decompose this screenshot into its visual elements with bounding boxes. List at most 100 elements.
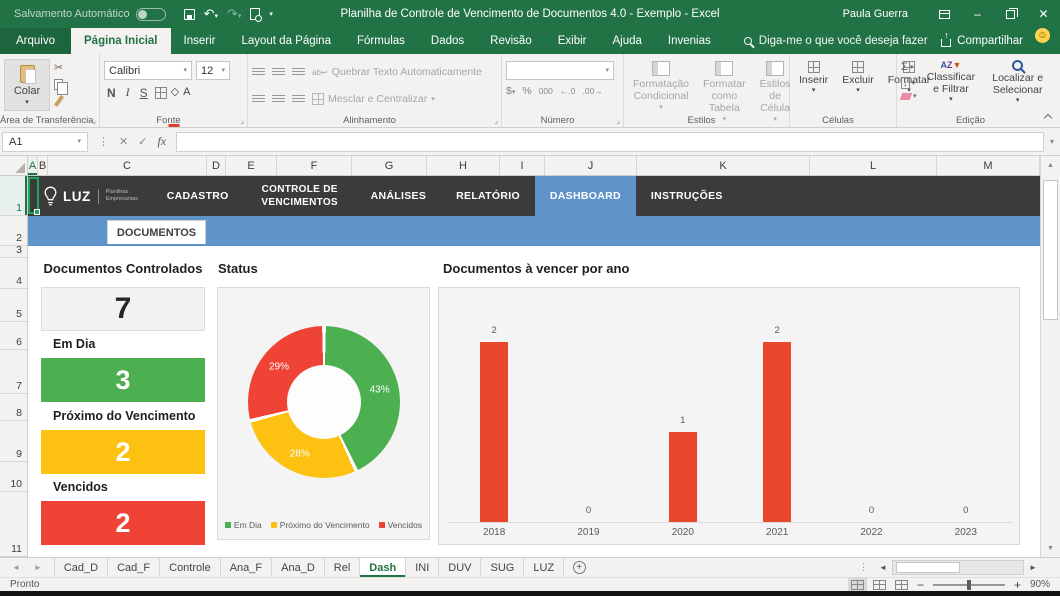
scroll-up-icon[interactable]: ▲ bbox=[1041, 156, 1060, 174]
conditional-formatting-button[interactable]: Formatação Condicional ▾ bbox=[628, 59, 694, 111]
sheet-tab-dash[interactable]: Dash bbox=[360, 558, 406, 577]
borders-button[interactable] bbox=[155, 87, 167, 99]
copy-button[interactable] bbox=[54, 79, 63, 90]
increase-decimal-button[interactable]: ←.0 bbox=[560, 86, 576, 96]
page-break-view-icon[interactable] bbox=[895, 580, 908, 590]
sheet-tab-ana-f[interactable]: Ana_F bbox=[221, 558, 272, 577]
number-format-select[interactable]: ▾ bbox=[506, 61, 614, 80]
alignment-dialog-launcher[interactable]: ⌟ bbox=[494, 116, 498, 125]
subnav-tab-documentos[interactable]: DOCUMENTOS bbox=[107, 220, 206, 244]
ribbon-tab-formulas[interactable]: Fórmulas bbox=[344, 28, 418, 54]
nav-item-controle-de-vencimentos[interactable]: CONTROLE DE VENCIMENTOS bbox=[244, 176, 356, 216]
clipboard-dialog-launcher[interactable]: ⌟ bbox=[92, 116, 96, 125]
normal-view-icon[interactable] bbox=[851, 580, 864, 590]
autosum-button[interactable]: Σ▾ bbox=[901, 61, 917, 73]
accounting-format-button[interactable]: $▾ bbox=[506, 85, 515, 97]
zoom-level[interactable]: 90% bbox=[1030, 579, 1050, 590]
row-header-8[interactable]: 8 bbox=[0, 394, 27, 421]
minimize-button[interactable]: – bbox=[961, 0, 994, 28]
ribbon-tab-inserir[interactable]: Inserir bbox=[171, 28, 229, 54]
decrease-decimal-button[interactable]: .00→ bbox=[582, 86, 602, 96]
orientation-icon[interactable] bbox=[292, 68, 305, 77]
sheet-tab-cad-f[interactable]: Cad_F bbox=[108, 558, 160, 577]
horizontal-scrollbar-thumb[interactable] bbox=[896, 562, 960, 573]
formula-input[interactable] bbox=[176, 132, 1044, 152]
column-header-k[interactable]: K bbox=[637, 156, 810, 175]
row-header-7[interactable]: 7 bbox=[0, 350, 27, 394]
sort-filter-button[interactable]: AZ▼ Classificar e Filtrar ▾ bbox=[921, 59, 982, 103]
nav-item-dashboard[interactable]: DASHBOARD bbox=[535, 176, 636, 216]
sheet-tab-ini[interactable]: INI bbox=[406, 558, 439, 577]
ribbon-display-options-button[interactable] bbox=[928, 0, 961, 28]
sheet-tab-duv[interactable]: DUV bbox=[439, 558, 481, 577]
tellme-search[interactable]: Diga-me o que você deseja fazer bbox=[744, 28, 928, 54]
nav-item-cadastro[interactable]: CADASTRO bbox=[152, 176, 244, 216]
font-color-button[interactable]: A bbox=[183, 87, 190, 98]
row-header-6[interactable]: 6 bbox=[0, 322, 27, 350]
undo-button[interactable]: ↶▾ bbox=[204, 6, 218, 22]
column-header-b[interactable]: B bbox=[38, 156, 48, 175]
column-header-a[interactable]: A bbox=[28, 156, 38, 175]
sheet-nav-left-icon[interactable]: ◄ bbox=[12, 563, 20, 572]
clear-button[interactable]: ▾ bbox=[901, 93, 917, 100]
vertical-scrollbar-thumb[interactable] bbox=[1043, 180, 1058, 320]
add-sheet-button[interactable]: + bbox=[564, 558, 594, 577]
cut-button[interactable]: ✂ bbox=[54, 61, 63, 74]
ribbon-tab-pagina-inicial[interactable]: Página Inicial bbox=[71, 28, 171, 54]
insert-cells-button[interactable]: Inserir ▾ bbox=[794, 59, 833, 94]
zoom-in-button[interactable]: + bbox=[1014, 579, 1021, 591]
row-header-2[interactable]: 2 bbox=[0, 216, 27, 246]
delete-cells-button[interactable]: Excluir ▾ bbox=[837, 59, 879, 94]
close-button[interactable]: ✕ bbox=[1027, 0, 1060, 28]
scrollbar-resize-dots-icon[interactable]: ⋮ bbox=[859, 562, 868, 573]
name-box[interactable]: A1 ▾ bbox=[2, 132, 88, 152]
find-select-button[interactable]: Localizar e Selecionar ▾ bbox=[985, 59, 1050, 104]
ribbon-tab-revisao[interactable]: Revisão bbox=[477, 28, 545, 54]
align-middle-icon[interactable] bbox=[272, 68, 285, 77]
print-preview-icon[interactable] bbox=[250, 8, 260, 20]
number-dialog-launcher[interactable]: ⌟ bbox=[616, 116, 620, 125]
sheet-tab-cad-d[interactable]: Cad_D bbox=[54, 558, 108, 577]
column-header-d[interactable]: D bbox=[207, 156, 226, 175]
formula-cancel-button[interactable]: ✕ bbox=[119, 135, 128, 148]
ribbon-tab-exibir[interactable]: Exibir bbox=[545, 28, 600, 54]
share-button[interactable]: Compartilhar bbox=[931, 28, 1033, 54]
row-header-9[interactable]: 9 bbox=[0, 421, 27, 462]
ribbon-tab-layout-da-pagina[interactable]: Layout da Página bbox=[228, 28, 344, 54]
italic-button[interactable]: I bbox=[123, 85, 133, 100]
align-top-icon[interactable] bbox=[252, 68, 265, 77]
font-size-select[interactable]: 12▾ bbox=[196, 61, 230, 80]
select-all-corner[interactable] bbox=[0, 156, 28, 175]
align-center-icon[interactable] bbox=[272, 95, 285, 104]
sheet-tab-sug[interactable]: SUG bbox=[481, 558, 524, 577]
nav-item-relatorio[interactable]: RELATÓRIO bbox=[441, 176, 535, 216]
scroll-right-icon[interactable]: ► bbox=[1026, 563, 1040, 572]
bold-button[interactable]: N bbox=[104, 86, 119, 100]
column-header-h[interactable]: H bbox=[427, 156, 500, 175]
formula-bar-expand-icon[interactable]: ▾ bbox=[1044, 137, 1060, 146]
fill-color-button[interactable]: ◇ bbox=[171, 87, 179, 98]
sheet-tab-ana-d[interactable]: Ana_D bbox=[272, 558, 325, 577]
merge-center-button[interactable]: Mesclar e Centralizar ▾ bbox=[312, 93, 435, 105]
autosave-toggle[interactable]: Salvamento Automático bbox=[14, 8, 166, 21]
quick-access-caret-icon[interactable]: ▾ bbox=[269, 11, 273, 18]
ribbon-tab-ajuda[interactable]: Ajuda bbox=[600, 28, 655, 54]
font-dialog-launcher[interactable]: ⌟ bbox=[240, 116, 244, 125]
restore-button[interactable] bbox=[994, 0, 1027, 28]
page-layout-view-icon[interactable] bbox=[873, 580, 886, 590]
zoom-out-button[interactable]: − bbox=[917, 579, 924, 591]
column-header-g[interactable]: G bbox=[352, 156, 427, 175]
feedback-smiley-icon[interactable]: ☺ bbox=[1035, 28, 1050, 43]
align-right-icon[interactable] bbox=[292, 95, 305, 104]
zoom-slider[interactable] bbox=[933, 584, 1005, 586]
vertical-scrollbar[interactable]: ▲ ▼ bbox=[1040, 156, 1060, 557]
align-left-icon[interactable] bbox=[252, 95, 265, 104]
ribbon-tab-dados[interactable]: Dados bbox=[418, 28, 477, 54]
paste-button[interactable]: Colar ▾ bbox=[4, 59, 50, 111]
ribbon-tab-invenias[interactable]: Invenias bbox=[655, 28, 724, 54]
nav-item-instrucoes[interactable]: INSTRUÇÕES bbox=[636, 176, 738, 216]
horizontal-scrollbar-track[interactable] bbox=[892, 560, 1024, 575]
underline-button[interactable]: S bbox=[137, 86, 151, 100]
wrap-text-button[interactable]: ab↩ Quebrar Texto Automaticamente bbox=[312, 66, 482, 78]
fill-button[interactable]: ↓▾ bbox=[901, 77, 917, 89]
